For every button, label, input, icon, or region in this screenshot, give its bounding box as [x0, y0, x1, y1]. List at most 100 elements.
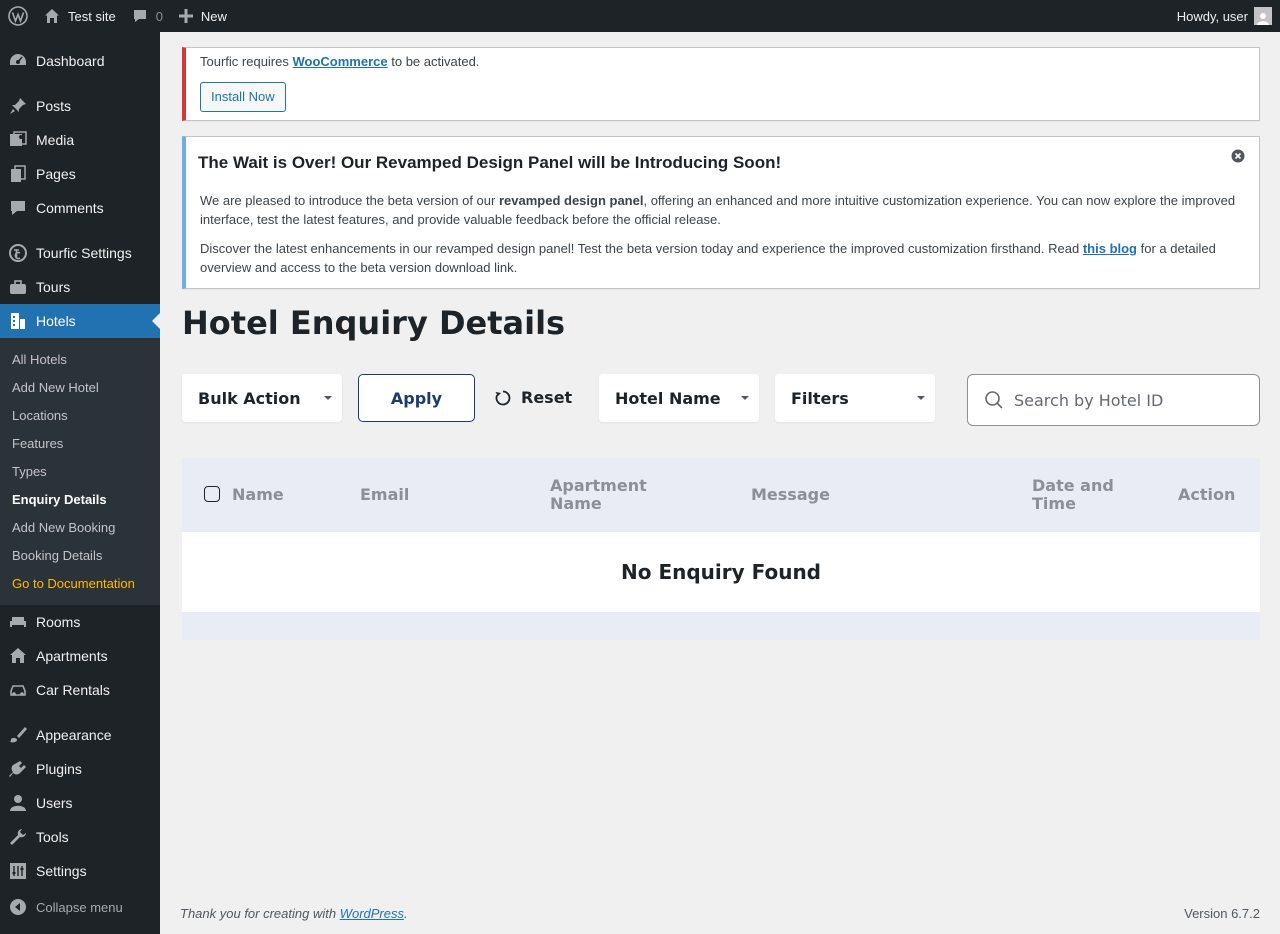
menu-label: Users	[36, 795, 73, 811]
submenu-all-hotels[interactable]: All Hotels	[0, 345, 160, 373]
menu-dashboard[interactable]: Dashboard	[0, 44, 160, 78]
new-content-link[interactable]: New	[171, 0, 235, 32]
site-name-link[interactable]: Test site	[36, 0, 124, 32]
bed-icon	[0, 605, 36, 639]
menu-label: Car Rentals	[36, 682, 110, 698]
install-now-button[interactable]: Install Now	[200, 82, 286, 112]
search-input[interactable]	[1014, 390, 1244, 410]
search-box[interactable]	[967, 374, 1260, 426]
column-message[interactable]: Message	[751, 486, 830, 504]
admin-footer: Thank you for creating with WordPress. V…	[180, 906, 1260, 921]
avatar	[1254, 7, 1272, 25]
home-icon	[0, 639, 36, 673]
menu-label: Media	[36, 132, 75, 148]
menu-pages[interactable]: Pages	[0, 157, 160, 191]
menu-label: Pages	[36, 166, 76, 182]
enquiry-table: Name Email Apartment Name Message Date a…	[182, 458, 1260, 640]
reset-icon	[495, 390, 511, 405]
settings-icon	[0, 854, 36, 888]
woocommerce-link[interactable]: WooCommerce	[293, 54, 388, 69]
footer-thanks: Thank you for creating with WordPress.	[180, 906, 408, 921]
select-all-checkbox[interactable]	[204, 486, 220, 502]
column-action: Action	[1178, 485, 1236, 504]
collapse-menu-button[interactable]: Collapse menu	[0, 890, 160, 924]
my-account-link[interactable]: Howdy, user	[1169, 0, 1280, 32]
submenu-enquiry-details[interactable]: Enquiry Details	[0, 485, 160, 513]
menu-comments[interactable]: Comments	[0, 191, 160, 225]
menu-hotels[interactable]: Hotels	[0, 304, 160, 338]
submenu-add-new-hotel[interactable]: Add New Hotel	[0, 373, 160, 401]
submenu-add-new-booking[interactable]: Add New Booking	[0, 513, 160, 541]
menu-tools[interactable]: Tools	[0, 820, 160, 854]
submenu-go-to-documentation[interactable]: Go to Documentation	[0, 569, 160, 597]
table-header: Name Email Apartment Name Message Date a…	[182, 458, 1260, 532]
menu-car-rentals[interactable]: Car Rentals	[0, 673, 160, 707]
admin-sidebar: Dashboard Posts Media Pages Comments Tou…	[0, 32, 160, 934]
column-date-and-time[interactable]: Date and Time	[1032, 477, 1132, 513]
filters-select[interactable]: Filters	[775, 374, 935, 422]
footer-thanks-text: Thank you for creating with	[180, 906, 337, 921]
wordpress-link[interactable]: WordPress	[340, 906, 404, 921]
plus-icon	[178, 9, 193, 23]
version-text: Version 6.7.2	[1184, 906, 1260, 921]
caret-down-icon	[741, 396, 749, 400]
collapse-arrow-icon	[0, 890, 36, 924]
hotel-name-select[interactable]: Hotel Name	[599, 374, 759, 422]
menu-media[interactable]: Media	[0, 123, 160, 157]
error-text-prefix: Tourfic requires	[200, 54, 289, 69]
submenu-features[interactable]: Features	[0, 429, 160, 457]
submenu-locations[interactable]: Locations	[0, 401, 160, 429]
site-name-label: Test site	[68, 8, 116, 24]
bulk-action-select[interactable]: Bulk Action	[182, 374, 342, 422]
search-icon	[985, 391, 1003, 409]
blog-link[interactable]: this blog	[1083, 241, 1137, 256]
caret-down-icon	[917, 396, 925, 400]
menu-rooms[interactable]: Rooms	[0, 605, 160, 639]
hotel-icon	[0, 304, 36, 338]
caret-down-icon	[324, 396, 332, 400]
column-apartment-name[interactable]: Apartment Name	[550, 477, 670, 513]
pages-icon	[0, 157, 36, 191]
wrench-icon	[0, 820, 36, 854]
comments-count: 0	[155, 8, 163, 24]
tours-icon	[0, 270, 36, 304]
menu-label: Posts	[36, 98, 72, 114]
reset-label: Reset	[521, 388, 573, 407]
menu-label: Dashboard	[36, 53, 105, 69]
menu-label: Appearance	[36, 727, 112, 743]
user-icon	[0, 786, 36, 820]
menu-plugins[interactable]: Plugins	[0, 752, 160, 786]
submenu-types[interactable]: Types	[0, 457, 160, 485]
menu-settings[interactable]: Settings	[0, 854, 160, 888]
menu-label: Comments	[36, 200, 104, 216]
dashboard-icon	[0, 44, 36, 78]
menu-tourfic-settings[interactable]: Tourfic Settings	[0, 236, 160, 270]
wordpress-logo-icon[interactable]	[0, 0, 36, 32]
hotel-name-label: Hotel Name	[615, 388, 721, 408]
tourfic-icon	[0, 236, 36, 270]
apply-button[interactable]: Apply	[358, 374, 475, 422]
hotels-submenu: All Hotels Add New Hotel Locations Featu…	[0, 338, 160, 605]
comments-link[interactable]: 0	[124, 0, 171, 32]
main-content: Tourfic requires WooCommerce to be activ…	[182, 32, 1260, 640]
notice-text: We are pleased to introduce the beta ver…	[200, 193, 496, 208]
menu-label: Rooms	[36, 614, 81, 630]
media-icon	[0, 123, 36, 157]
column-email[interactable]: Email	[360, 486, 409, 504]
menu-users[interactable]: Users	[0, 786, 160, 820]
reset-button[interactable]: Reset	[494, 388, 572, 407]
menu-label: Tourfic Settings	[36, 245, 132, 261]
menu-apartments[interactable]: Apartments	[0, 639, 160, 673]
page-title: Hotel Enquiry Details	[182, 304, 566, 342]
column-name[interactable]: Name	[232, 486, 284, 504]
menu-appearance[interactable]: Appearance	[0, 718, 160, 752]
submenu-booking-details[interactable]: Booking Details	[0, 541, 160, 569]
notice-bold-text: revamped design panel	[498, 193, 644, 208]
menu-label: Apartments	[36, 648, 108, 664]
menu-tours[interactable]: Tours	[0, 270, 160, 304]
menu-posts[interactable]: Posts	[0, 89, 160, 123]
bulk-action-label: Bulk Action	[198, 388, 301, 408]
dismiss-notice-icon[interactable]	[1231, 149, 1245, 163]
filters-label: Filters	[791, 388, 849, 408]
menu-label: Settings	[36, 863, 87, 879]
